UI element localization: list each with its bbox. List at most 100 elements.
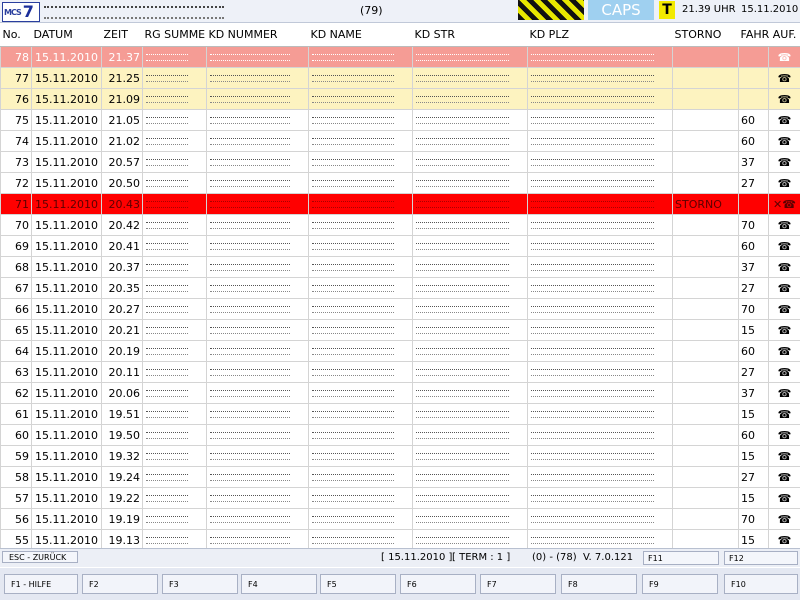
cell-no: 60	[0, 424, 32, 446]
phone-icon[interactable]: ☎	[778, 387, 792, 400]
cell-zeit: 20.21	[101, 319, 143, 341]
cell-actions: ☎	[767, 151, 800, 173]
cell-rg-summe-redacted	[142, 445, 207, 467]
phone-icon[interactable]: ☎	[778, 240, 792, 253]
col-kd-plz[interactable]: KD PLZ	[527, 23, 673, 47]
phone-icon[interactable]: ☎	[778, 282, 792, 295]
cell-zeit: 20.11	[101, 361, 143, 383]
f3-button[interactable]: F3	[162, 574, 238, 594]
phone-icon[interactable]: ☎	[778, 429, 792, 442]
cell-kd-nummer-redacted	[206, 193, 309, 215]
cell-no: 67	[0, 277, 32, 299]
col-kd-nummer[interactable]: KD NUMMER	[206, 23, 309, 47]
table-row[interactable]: 60 15.11.2010 19.50 60 ☎	[0, 424, 800, 446]
col-zeit[interactable]: ZEIT	[101, 23, 143, 47]
f4-button[interactable]: F4	[241, 574, 317, 594]
cell-kd-name-redacted	[308, 340, 413, 362]
cell-kd-str-redacted	[412, 256, 528, 278]
cell-kd-name-redacted	[308, 361, 413, 383]
esc-back-button[interactable]: ESC - ZURÜCK	[2, 551, 78, 563]
table-row[interactable]: 64 15.11.2010 20.19 60 ☎	[0, 340, 800, 362]
col-kd-name[interactable]: KD NAME	[308, 23, 413, 47]
table-row[interactable]: 72 15.11.2010 20.50 27 ☎	[0, 172, 800, 194]
phone-icon[interactable]: ☎	[778, 177, 792, 190]
phone-icon[interactable]: ☎	[778, 366, 792, 379]
cell-actions: ☎	[767, 130, 800, 152]
table-row[interactable]: 56 15.11.2010 19.19 70 ☎	[0, 508, 800, 530]
f11-button[interactable]: F11	[643, 551, 719, 565]
table-row[interactable]: 76 15.11.2010 21.09 ☎	[0, 88, 800, 110]
f12-button[interactable]: F12	[724, 551, 798, 565]
phone-icon[interactable]: ☎	[778, 219, 792, 232]
table-row[interactable]: 69 15.11.2010 20.41 60 ☎	[0, 235, 800, 257]
f5-button[interactable]: F5	[320, 574, 396, 594]
col-datum[interactable]: DATUM	[31, 23, 102, 47]
cell-no: 77	[0, 67, 32, 89]
phone-icon[interactable]: ☎	[778, 492, 792, 505]
cell-kd-nummer-redacted	[206, 277, 309, 299]
table-header: No. DATUM ZEIT RG SUMME KD NUMMER KD NAM…	[0, 23, 800, 47]
phone-icon[interactable]: ☎	[778, 324, 792, 337]
cell-kd-str-redacted	[412, 361, 528, 383]
cell-actions: ☎	[767, 109, 800, 131]
header-date: 15.11.2010	[741, 4, 799, 15]
f1-help-button[interactable]: F1 - HILFE	[4, 574, 78, 594]
phone-icon[interactable]: ☎	[778, 408, 792, 421]
phone-icon[interactable]: ☎	[778, 471, 792, 484]
f10-button[interactable]: F10	[724, 574, 798, 594]
cell-rg-summe-redacted	[142, 235, 207, 257]
f7-button[interactable]: F7	[480, 574, 556, 594]
table-row[interactable]: 68 15.11.2010 20.37 37 ☎	[0, 256, 800, 278]
col-no[interactable]: No.	[0, 23, 32, 47]
table-row[interactable]: 62 15.11.2010 20.06 37 ☎	[0, 382, 800, 404]
phone-icon[interactable]: ☎	[778, 513, 792, 526]
f6-button[interactable]: F6	[400, 574, 476, 594]
col-storno[interactable]: STORNO	[672, 23, 739, 47]
table-row[interactable]: 74 15.11.2010 21.02 60 ☎	[0, 130, 800, 152]
phone-icon[interactable]: ☎	[778, 534, 792, 547]
phone-icon[interactable]: ☎	[778, 135, 792, 148]
cell-zeit: 20.37	[101, 256, 143, 278]
phone-icon[interactable]: ☎	[778, 156, 792, 169]
f2-button[interactable]: F2	[82, 574, 158, 594]
cell-rg-summe-redacted	[142, 298, 207, 320]
cell-datum: 15.11.2010	[31, 130, 102, 152]
table-row[interactable]: 67 15.11.2010 20.35 27 ☎	[0, 277, 800, 299]
phone-icon[interactable]: ☎	[778, 345, 792, 358]
table-row[interactable]: 78 15.11.2010 21.37 ☎	[0, 46, 800, 68]
cell-actions: ☎	[767, 487, 800, 509]
f8-button[interactable]: F8	[561, 574, 637, 594]
phone-icon[interactable]: ☎	[782, 198, 796, 211]
table-row[interactable]: 58 15.11.2010 19.24 27 ☎	[0, 466, 800, 488]
phone-icon[interactable]: ☎	[778, 114, 792, 127]
col-rg-summe[interactable]: RG SUMME	[142, 23, 207, 47]
table-row[interactable]: 63 15.11.2010 20.11 27 ☎	[0, 361, 800, 383]
table-row[interactable]: 77 15.11.2010 21.25 ☎	[0, 67, 800, 89]
phone-icon[interactable]: ☎	[778, 450, 792, 463]
phone-icon[interactable]: ☎	[778, 303, 792, 316]
table-row[interactable]: 70 15.11.2010 20.42 70 ☎	[0, 214, 800, 236]
cell-kd-nummer-redacted	[206, 361, 309, 383]
col-fahr-auf[interactable]: FAHR AUF.	[738, 23, 800, 47]
phone-icon[interactable]: ☎	[778, 261, 792, 274]
cell-rg-summe-redacted	[142, 214, 207, 236]
table-row[interactable]: 66 15.11.2010 20.27 70 ☎	[0, 298, 800, 320]
table-row[interactable]: 71 15.11.2010 20.43 STORNO ✕☎	[0, 193, 800, 215]
cell-datum: 15.11.2010	[31, 319, 102, 341]
table-row[interactable]: 73 15.11.2010 20.57 37 ☎	[0, 151, 800, 173]
phone-icon[interactable]: ☎	[778, 93, 792, 106]
cell-kd-str-redacted	[412, 466, 528, 488]
table-row[interactable]: 65 15.11.2010 20.21 15 ☎	[0, 319, 800, 341]
table-row[interactable]: 61 15.11.2010 19.51 15 ☎	[0, 403, 800, 425]
table-row[interactable]: 57 15.11.2010 19.22 15 ☎	[0, 487, 800, 509]
cancel-x-icon[interactable]: ✕	[773, 198, 782, 211]
cell-storno	[672, 46, 739, 68]
cell-rg-summe-redacted	[142, 193, 207, 215]
col-kd-str[interactable]: KD STR	[412, 23, 528, 47]
f9-button[interactable]: F9	[642, 574, 718, 594]
order-count: (79)	[360, 4, 383, 17]
phone-icon[interactable]: ☎	[778, 72, 792, 85]
phone-icon[interactable]: ☎	[778, 51, 792, 64]
table-row[interactable]: 59 15.11.2010 19.32 15 ☎	[0, 445, 800, 467]
table-row[interactable]: 75 15.11.2010 21.05 60 ☎	[0, 109, 800, 131]
